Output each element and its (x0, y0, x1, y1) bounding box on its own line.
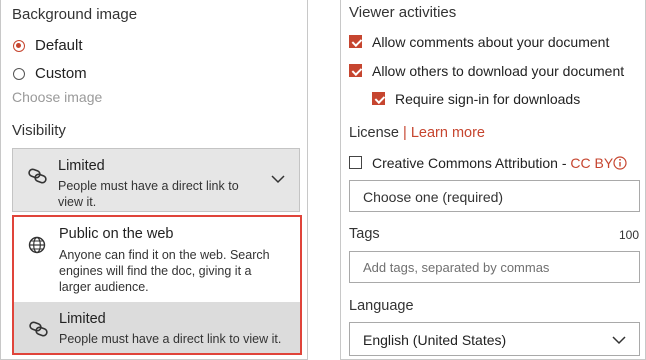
license-select-placeholder: Choose one (required) (363, 189, 504, 205)
info-icon[interactable] (613, 156, 627, 170)
custom-radio[interactable] (13, 68, 25, 80)
background-image-heading: Background image (12, 6, 138, 23)
globe-icon (28, 236, 46, 254)
cc-by-badge: CC BY (570, 155, 614, 171)
visibility-heading: Visibility (12, 122, 66, 139)
default-radio-label: Default (35, 37, 83, 54)
choose-image-link: Choose image (12, 89, 103, 105)
creative-commons-label: Creative Commons Attribution (372, 155, 558, 171)
chevron-down-icon (271, 175, 285, 184)
public-option-desc-line3: larger audience. (59, 280, 149, 294)
language-label: Language (349, 298, 414, 314)
license-row: License | Learn more (349, 125, 485, 141)
allow-download-option[interactable]: Allow others to download your document (349, 62, 639, 82)
learn-more-link[interactable]: Learn more (411, 125, 485, 141)
license-label: License (349, 125, 399, 141)
creative-commons-checkbox[interactable] (349, 156, 362, 169)
tags-input[interactable]: Add tags, separated by commas (349, 251, 640, 283)
dropdown-option-desc-line2: view it. (58, 195, 97, 209)
allow-download-checkbox[interactable] (349, 64, 362, 77)
creative-commons-text: Creative Commons Attribution - CC BY (372, 155, 613, 171)
language-select[interactable]: English (United States) (349, 322, 640, 356)
background-settings-panel: Background image Default Custom Choose i… (0, 0, 308, 360)
viewer-settings-panel: Viewer activities Allow comments about y… (340, 0, 646, 360)
link-icon (29, 321, 48, 337)
chevron-down-icon (612, 336, 626, 345)
license-select[interactable]: Choose one (required) (349, 180, 640, 212)
custom-radio-option[interactable]: Custom (12, 64, 132, 84)
allow-comments-checkbox[interactable] (349, 35, 362, 48)
visibility-dropdown[interactable]: Limited People must have a direct link t… (12, 148, 300, 212)
tags-char-limit: 100 (619, 228, 640, 242)
default-radio[interactable] (13, 40, 25, 52)
viewer-activities-heading: Viewer activities (349, 4, 457, 21)
visibility-option-limited[interactable]: Limited People must have a direct link t… (14, 302, 300, 353)
license-separator: | (403, 125, 407, 141)
require-signin-label: Require sign-in for downloads (395, 91, 581, 107)
visibility-options-list: Public on the web Anyone can find it on … (12, 215, 302, 355)
allow-comments-label: Allow comments about your document (372, 34, 610, 50)
limited-option-desc: People must have a direct link to view i… (59, 332, 282, 346)
custom-radio-label: Custom (35, 65, 87, 82)
dropdown-option-desc-line1: People must have a direct link to (58, 179, 239, 193)
public-option-desc-line1: Anyone can find it on the web. Search (59, 248, 270, 262)
require-signin-checkbox[interactable] (372, 92, 385, 105)
public-option-title: Public on the web (59, 226, 174, 242)
allow-comments-option[interactable]: Allow comments about your document (349, 33, 639, 53)
public-option-desc-line2: engines will find the doc, giving it a (59, 264, 252, 278)
link-icon (28, 168, 47, 184)
allow-download-label: Allow others to download your document (372, 63, 625, 79)
dropdown-option-title: Limited (58, 158, 105, 174)
default-radio-option[interactable]: Default (12, 36, 132, 56)
visibility-option-public[interactable]: Public on the web Anyone can find it on … (14, 217, 300, 302)
require-signin-option[interactable]: Require sign-in for downloads (372, 90, 632, 110)
tags-input-placeholder: Add tags, separated by commas (363, 260, 550, 275)
language-select-value: English (United States) (363, 332, 507, 348)
limited-option-title: Limited (59, 311, 106, 327)
creative-commons-separator: - (557, 155, 571, 171)
tags-label: Tags (349, 226, 380, 242)
creative-commons-option[interactable]: Creative Commons Attribution - CC BY (349, 154, 641, 174)
